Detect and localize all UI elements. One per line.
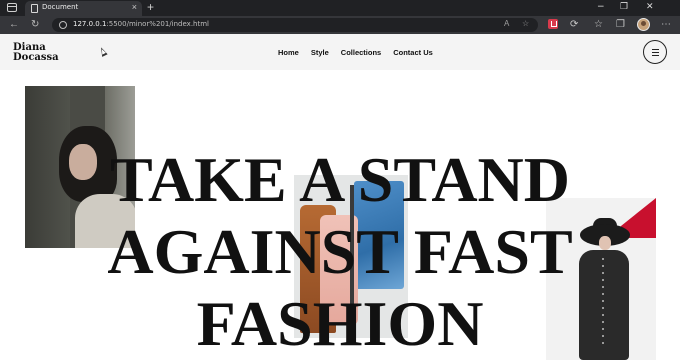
minimize-button[interactable]: − — [597, 2, 605, 12]
nav-link-style[interactable]: Style — [311, 48, 329, 57]
new-tab-button[interactable]: + — [147, 0, 154, 15]
main-nav: Home Style Collections Contact Us — [278, 48, 433, 57]
profile-avatar[interactable] — [637, 18, 650, 31]
tab-actions-icon[interactable] — [7, 3, 17, 12]
document-icon — [31, 4, 38, 13]
back-icon[interactable]: ← — [9, 18, 19, 32]
nav-link-contact-us[interactable]: Contact Us — [393, 48, 433, 57]
extension-icon[interactable] — [548, 19, 558, 29]
nav-link-collections[interactable]: Collections — [341, 48, 381, 57]
site-info-icon[interactable] — [59, 21, 67, 29]
close-window-button[interactable]: ✕ — [646, 2, 654, 12]
brand-logo[interactable]: Diana Docassa — [13, 43, 59, 63]
browser-tab-bar: Document × + − ❐ ✕ — [0, 0, 680, 16]
url-text[interactable]: 127.0.0.1:5500/minor%201/index.html — [73, 20, 209, 28]
extension-refresh-icon[interactable]: ⟳ — [570, 18, 578, 32]
read-aloud-icon[interactable]: A — [504, 19, 509, 28]
tab-close-icon[interactable]: × — [132, 2, 137, 12]
browser-tab[interactable]: Document × — [25, 1, 142, 16]
maximize-button[interactable]: ❐ — [620, 2, 628, 12]
settings-more-icon[interactable]: ⋯ — [661, 18, 671, 32]
hero-headline: TAKE A STAND AGAINST FAST FASHION — [20, 144, 660, 360]
logo-line-2: Docassa — [13, 52, 59, 63]
headline-line-3: FASHION — [196, 288, 484, 359]
address-bar[interactable]: 127.0.0.1:5500/minor%201/index.html A ☆ — [52, 18, 538, 32]
nav-link-home[interactable]: Home — [278, 48, 299, 57]
browser-toolbar: ← ↻ 127.0.0.1:5500/minor%201/index.html … — [0, 16, 680, 34]
hamburger-icon — [652, 49, 659, 56]
reload-icon[interactable]: ↻ — [31, 18, 39, 32]
menu-button[interactable] — [643, 40, 667, 64]
favorites-icon[interactable]: ☆ — [594, 18, 603, 32]
favorite-star-icon[interactable]: ☆ — [522, 19, 529, 28]
headline-line-2: AGAINST FAST — [107, 216, 573, 287]
tab-title: Document — [42, 3, 79, 11]
collections-icon[interactable]: ❐ — [616, 18, 625, 32]
headline-line-1: TAKE A STAND — [110, 144, 570, 215]
